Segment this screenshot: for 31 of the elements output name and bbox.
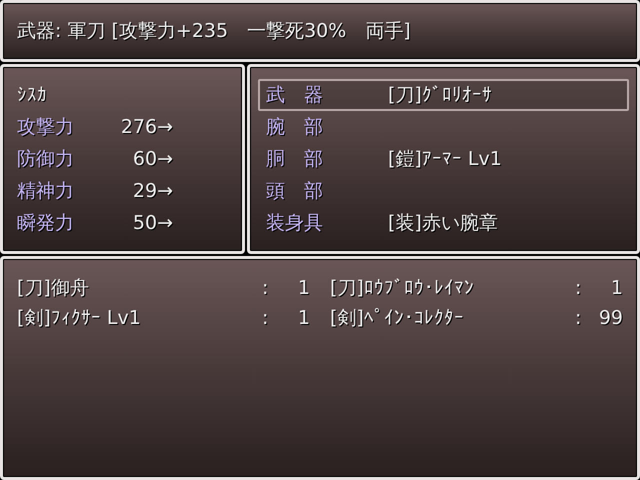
item-name: [剣]ﾌｨｸｻｰ Lv1 xyxy=(17,306,142,331)
item-separator: : xyxy=(575,276,582,301)
stat-label: 精神力 xyxy=(17,178,75,204)
stat-label: 瞬発力 xyxy=(17,210,75,236)
equipment-slot[interactable]: 胴 部 [鎧]ｱｰﾏｰ Lv1 xyxy=(258,143,629,175)
stat-value: 50→ xyxy=(132,210,174,236)
inventory-item[interactable]: [刀]御舟 : 1 xyxy=(17,273,310,303)
actor-name: ｼｽｶ xyxy=(17,83,48,108)
inventory-item[interactable]: [刀]ﾛｳﾌﾞﾛｳ･ﾚｲﾏﾝ : 1 xyxy=(330,273,623,303)
stat-label: 攻撃力 xyxy=(17,114,75,140)
equipment-slot[interactable]: 武 器 [刀]ｸﾞﾛﾘｵｰｻ xyxy=(258,79,629,111)
item-count: 1 xyxy=(296,276,310,301)
stat-value: 29→ xyxy=(132,178,174,204)
item-name: [刀]御舟 xyxy=(17,276,90,301)
equipment-slot[interactable]: 頭 部 xyxy=(258,175,629,207)
item-name: [剣]ﾍﾟｲﾝ･ｺﾚｸﾀｰ xyxy=(330,306,465,331)
item-count: 99 xyxy=(598,306,623,331)
item-separator: : xyxy=(575,306,582,331)
equipment-slot[interactable]: 装身具 [装]赤い腕章 xyxy=(258,207,629,239)
inventory-item[interactable]: [剣]ﾌｨｸｻｰ Lv1 : 1 xyxy=(17,303,310,333)
stat-value: 60→ xyxy=(132,146,174,172)
help-text: 武器: 軍刀 [攻撃力+235 一撃死30% 両手] xyxy=(17,18,411,44)
item-separator: : xyxy=(262,276,270,301)
item-name: [刀]ﾛｳﾌﾞﾛｳ･ﾚｲﾏﾝ xyxy=(330,276,475,301)
stat-value: 276→ xyxy=(120,114,174,140)
item-count: 1 xyxy=(610,276,623,301)
item-separator: : xyxy=(262,306,270,331)
stat-label: 防御力 xyxy=(17,146,75,172)
item-count: 1 xyxy=(296,306,310,331)
inventory-item[interactable]: [剣]ﾍﾟｲﾝ･ｺﾚｸﾀｰ : 99 xyxy=(330,303,623,333)
equipment-slot[interactable]: 腕 部 xyxy=(258,111,629,143)
